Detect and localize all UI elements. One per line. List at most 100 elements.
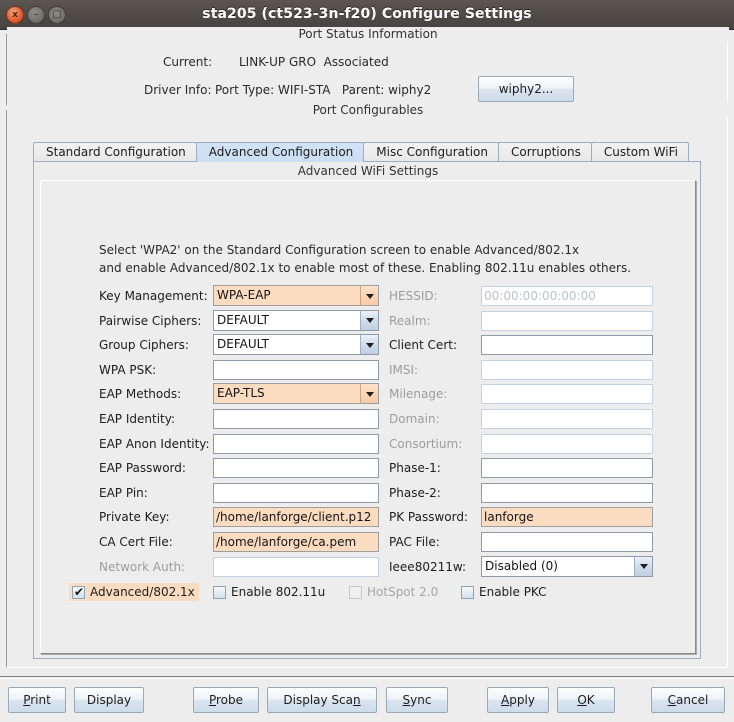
key-management-combo[interactable]: WPA-EAP	[213, 285, 379, 306]
ieee80211w-value: Disabled (0)	[485, 558, 558, 573]
wiphy2-button[interactable]: wiphy2...	[478, 76, 574, 102]
port-status-title: Port Status Information	[7, 27, 729, 41]
cancel-button-label: Cancel	[667, 693, 709, 707]
consortium-label: Consortium:	[389, 436, 463, 451]
bottom-button-bar: Print Display Probe Display Scan Sync Apply OK…	[0, 676, 734, 722]
driver-info-label: Driver Info:	[144, 83, 212, 97]
domain-input	[481, 409, 653, 429]
configure-settings-window: x – □ sta205 (ct523-3n-f20) Configure Se…	[0, 0, 734, 722]
key-management-label: Key Management:	[99, 289, 208, 303]
eap-methods-label: EAP Methods:	[99, 387, 182, 402]
tab-advanced-configuration[interactable]: Advanced Configuration	[195, 142, 365, 162]
imsi-input	[481, 359, 653, 380]
ca-cert-file-input[interactable]: /home/lanforge/ca.pem	[213, 532, 379, 552]
domain-label: Domain:	[389, 412, 440, 426]
enable-802-11u-checkbox-label: Enable 802.11u	[231, 585, 326, 600]
tab-standard-configuration[interactable]: Standard Configuration	[33, 142, 197, 162]
pac-file-input[interactable]	[481, 532, 653, 552]
eap-password-label: EAP Password:	[99, 461, 186, 476]
imsi-label: IMSI:	[389, 362, 419, 377]
eap-pin-label: EAP Pin:	[99, 485, 148, 500]
group-ciphers-value: DEFAULT	[217, 337, 269, 352]
port-configurables-title: Port Configurables	[7, 103, 729, 117]
pairwise-ciphers-combo[interactable]: DEFAULT	[213, 309, 379, 331]
pk-password-input[interactable]: lanforge	[481, 507, 653, 528]
apply-button-label: Apply	[501, 693, 535, 707]
chevron-down-icon[interactable]	[634, 556, 652, 576]
client-cert-input[interactable]	[481, 335, 653, 356]
wpa-psk-input[interactable]	[213, 359, 379, 380]
chevron-down-icon[interactable]	[360, 335, 378, 355]
phase-1-input[interactable]	[481, 458, 653, 479]
client-cert-label: Client Cert:	[389, 338, 457, 353]
checkbox-advanced-802-1x[interactable]: ✔ Advanced/802.1x	[69, 583, 199, 602]
print-button-label: Print	[23, 693, 51, 707]
cancel-button[interactable]: Cancel	[651, 687, 725, 713]
wpa-psk-label: WPA PSK:	[99, 362, 157, 377]
probe-button-label: Probe	[208, 693, 244, 707]
checkbox-enable-802-11u[interactable]: Enable 802.11u	[213, 583, 325, 601]
eap-methods-combo[interactable]: EAP-TLS	[213, 383, 379, 405]
display-button-label: Display	[86, 693, 132, 707]
check-icon: ✔	[74, 584, 85, 599]
sync-button-label: Sync	[402, 693, 432, 707]
driver-info-value: Port Type: WIFI-STA Parent: wiphy2	[215, 83, 432, 97]
window-titlebar: x – □ sta205 (ct523-3n-f20) Configure Se…	[0, 0, 734, 30]
enable-pkc-checkbox-label: Enable PKC	[479, 585, 547, 600]
probe-button[interactable]: Probe	[193, 687, 259, 713]
eap-anon-identity-input[interactable]	[213, 433, 379, 454]
hotspot-2-0-checkbox-label: HotSpot 2.0	[367, 585, 439, 600]
private-key-input[interactable]: /home/lanforge/client.p12	[213, 507, 379, 528]
hessid-label: HESSID:	[389, 289, 438, 303]
eap-pin-input[interactable]	[213, 482, 379, 503]
sync-button[interactable]: Sync	[386, 687, 448, 713]
eap-password-input[interactable]	[213, 458, 379, 479]
bottom-button-bar-inner: Print Display Probe Display Scan Sync Apply OK…	[0, 678, 734, 722]
private-key-label: Private Key:	[99, 510, 170, 525]
key-management-value: WPA-EAP	[217, 288, 271, 302]
port-status-panel: Port Status Information Current: LINK-UP…	[6, 27, 729, 106]
chevron-down-icon[interactable]	[360, 310, 378, 330]
realm-label: Realm:	[389, 313, 431, 328]
chevron-down-icon[interactable]	[360, 384, 378, 404]
advanced-wifi-settings-title: Advanced WiFi Settings	[297, 164, 439, 178]
pk-password-label: PK Password:	[389, 510, 469, 525]
ieee80211w-combo[interactable]: Disabled (0)	[481, 555, 653, 577]
group-ciphers-label: Group Ciphers:	[99, 338, 189, 353]
current-label: Current:	[163, 55, 213, 69]
settings-inner-frame: Select 'WPA2' on the Standard Configurat…	[40, 180, 696, 654]
checkbox-hotspot-2-0: HotSpot 2.0	[349, 583, 438, 601]
chevron-down-icon[interactable]	[360, 286, 378, 305]
tab-misc-configuration[interactable]: Misc Configuration	[363, 142, 499, 162]
eap-identity-input[interactable]	[213, 409, 379, 429]
apply-button[interactable]: Apply	[487, 687, 549, 713]
checkbox-enable-pkc[interactable]: Enable PKC	[461, 583, 547, 601]
print-button[interactable]: Print	[8, 687, 66, 713]
realm-input	[481, 310, 653, 331]
tab-corruptions[interactable]: Corruptions	[498, 142, 592, 162]
tab-strip: Standard Configuration Advanced Configura…	[33, 141, 689, 162]
consortium-input	[481, 433, 653, 454]
milenage-label: Milenage:	[389, 387, 448, 402]
display-scan-button[interactable]: Display Scan	[267, 687, 377, 713]
display-button[interactable]: Display	[74, 687, 144, 713]
pairwise-ciphers-value: DEFAULT	[217, 312, 269, 327]
tab-label: Standard Configuration	[46, 145, 186, 159]
eap-anon-identity-label: EAP Anon Identity:	[99, 436, 210, 451]
phase-2-label: Phase-2:	[389, 485, 441, 500]
phase-2-input[interactable]	[481, 482, 653, 503]
hint-line-2: and enable Advanced/802.1x to enable mos…	[99, 261, 632, 275]
checkbox-checked-icon: ✔	[72, 584, 85, 599]
network-auth-label: Network Auth:	[99, 559, 186, 574]
group-ciphers-combo[interactable]: DEFAULT	[213, 334, 379, 356]
phase-1-label: Phase-1:	[389, 461, 441, 476]
pairwise-ciphers-label: Pairwise Ciphers:	[99, 313, 202, 328]
tab-custom-wifi[interactable]: Custom WiFi	[590, 142, 689, 162]
pac-file-label: PAC File:	[389, 535, 440, 549]
advanced-configuration-tab-panel: Advanced WiFi Settings Select 'WPA2' on …	[33, 161, 701, 659]
ca-cert-file-label: CA Cert File:	[99, 535, 173, 549]
current-value: LINK-UP GRO Associated	[239, 55, 389, 69]
ok-button[interactable]: OK	[557, 687, 615, 713]
checkbox-unchecked-icon	[349, 585, 362, 599]
checkbox-unchecked-icon	[461, 585, 474, 599]
